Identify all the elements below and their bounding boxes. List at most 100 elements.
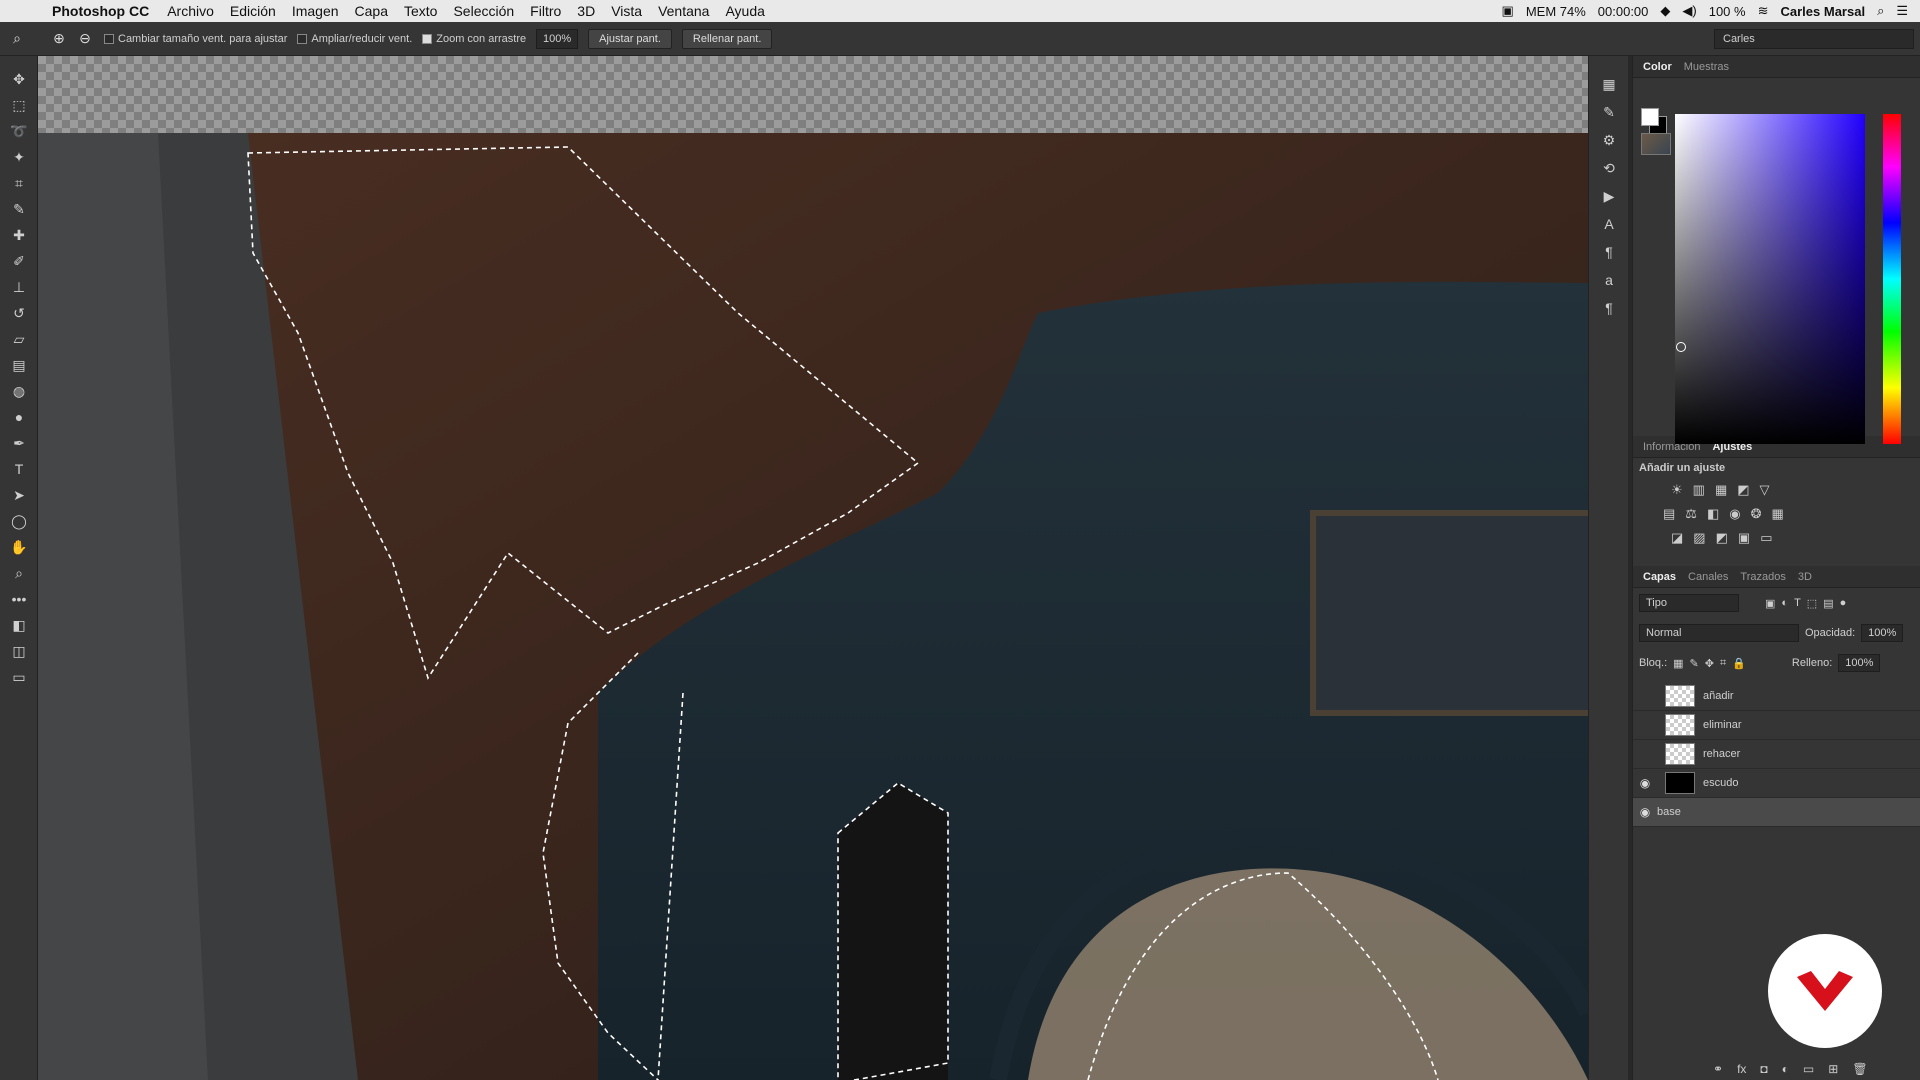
zoom-tool-icon[interactable]: ⌕ bbox=[0, 560, 38, 586]
hue-saturation-icon[interactable]: ▤ bbox=[1663, 506, 1675, 522]
delete-layer-icon[interactable]: 🗑 bbox=[1852, 1062, 1867, 1076]
threshold-icon[interactable]: ◩ bbox=[1716, 530, 1728, 546]
zoom-tool-icon[interactable]: ⌕ bbox=[8, 30, 26, 48]
lock-artboard-icon[interactable]: ⌗ bbox=[1720, 657, 1726, 670]
blend-mode-select[interactable]: Normal bbox=[1639, 624, 1799, 642]
layer-row[interactable]: ◉ escudo bbox=[1633, 769, 1920, 798]
color-balance-icon[interactable]: ⚖ bbox=[1685, 506, 1697, 522]
blur-tool-icon[interactable]: ◍ bbox=[0, 378, 38, 404]
layer-name[interactable]: base bbox=[1657, 806, 1681, 818]
zoom-all-checkbox[interactable]: Ampliar/reducir vent. bbox=[297, 33, 412, 45]
notifications-icon[interactable]: ☰ bbox=[1896, 3, 1908, 19]
filter-adjustment-icon[interactable]: ◐ bbox=[1781, 597, 1788, 609]
eye-icon[interactable]: ◉ bbox=[1633, 805, 1657, 819]
color-field[interactable] bbox=[1675, 114, 1865, 444]
invert-icon[interactable]: ◪ bbox=[1671, 530, 1683, 546]
layer-name[interactable]: rehacer bbox=[1703, 748, 1740, 760]
clone-stamp-tool-icon[interactable]: ⊥ bbox=[0, 274, 38, 300]
ellipse-tool-icon[interactable]: ◯ bbox=[0, 508, 38, 534]
new-group-icon[interactable]: ▭ bbox=[1803, 1062, 1814, 1076]
path-selection-tool-icon[interactable]: ➤ bbox=[0, 482, 38, 508]
opacity-field[interactable]: 100% bbox=[1861, 624, 1904, 642]
menu-vista[interactable]: Vista bbox=[611, 3, 642, 19]
character-styles-icon[interactable]: a bbox=[1589, 266, 1629, 294]
paragraph-icon[interactable]: ¶ bbox=[1589, 238, 1629, 266]
filter-shape-icon[interactable]: ⬚ bbox=[1807, 597, 1817, 610]
eyedropper-tool-icon[interactable]: ✎ bbox=[0, 196, 38, 222]
menu-texto[interactable]: Texto bbox=[404, 3, 437, 19]
battery-indicator[interactable]: 100 % bbox=[1709, 4, 1746, 19]
timer[interactable]: 00:00:00 bbox=[1598, 4, 1649, 19]
hue-slider[interactable] bbox=[1883, 114, 1901, 444]
tab-3d[interactable]: 3D bbox=[1792, 571, 1818, 583]
foreground-color-swatch[interactable] bbox=[1641, 108, 1659, 126]
history-icon[interactable]: ⟲ bbox=[1589, 154, 1629, 182]
selective-color-icon[interactable]: ▣ bbox=[1738, 530, 1750, 546]
vibrance-icon[interactable]: ▽ bbox=[1760, 482, 1770, 498]
screen-mode-icon[interactable]: ▭ bbox=[0, 664, 38, 690]
quick-mask-icon[interactable]: ◫ bbox=[0, 638, 38, 664]
character-icon[interactable]: A bbox=[1589, 210, 1629, 238]
zoom-value-field[interactable]: 100% bbox=[536, 28, 579, 49]
menu-seleccion[interactable]: Selección bbox=[453, 3, 514, 19]
menu-archivo[interactable]: Archivo bbox=[167, 3, 214, 19]
new-layer-icon[interactable]: ⊞ bbox=[1828, 1062, 1838, 1076]
menu-imagen[interactable]: Imagen bbox=[292, 3, 339, 19]
more-tools-icon[interactable]: ••• bbox=[0, 586, 38, 612]
eye-icon[interactable]: ◉ bbox=[1633, 776, 1657, 790]
tab-color[interactable]: Color bbox=[1637, 61, 1678, 73]
document-canvas[interactable] bbox=[38, 56, 1588, 1080]
brightness-icon[interactable]: ☀ bbox=[1671, 482, 1683, 498]
color-lookup-icon[interactable]: ▦ bbox=[1772, 506, 1784, 522]
channel-mixer-icon[interactable]: ❂ bbox=[1751, 506, 1762, 522]
menu-ventana[interactable]: Ventana bbox=[658, 3, 709, 19]
new-adjustment-icon[interactable]: ◐ bbox=[1782, 1062, 1789, 1076]
user-name[interactable]: Carles Marsal bbox=[1781, 4, 1866, 19]
filter-toggle-icon[interactable]: ● bbox=[1840, 597, 1847, 609]
menu-capa[interactable]: Capa bbox=[355, 3, 388, 19]
tab-swatches[interactable]: Muestras bbox=[1678, 61, 1735, 73]
brush-tool-icon[interactable]: ✐ bbox=[0, 248, 38, 274]
paragraph-styles-icon[interactable]: ¶ bbox=[1589, 294, 1629, 322]
exposure-icon[interactable]: ◩ bbox=[1737, 482, 1749, 498]
add-mask-icon[interactable]: ◘ bbox=[1760, 1062, 1767, 1076]
photo-filter-icon[interactable]: ◉ bbox=[1729, 506, 1740, 522]
scrubby-zoom-checkbox[interactable]: Zoom con arrastre bbox=[422, 33, 526, 45]
dropbox-icon[interactable]: ◆ bbox=[1660, 3, 1670, 19]
filter-smart-icon[interactable]: ▤ bbox=[1823, 597, 1833, 610]
mem-indicator[interactable]: MEM 74% bbox=[1526, 4, 1586, 19]
menu-edicion[interactable]: Edición bbox=[230, 3, 276, 19]
layer-row[interactable]: rehacer bbox=[1633, 740, 1920, 769]
fill-screen-button[interactable]: Rellenar pant. bbox=[681, 28, 773, 49]
menu-ayuda[interactable]: Ayuda bbox=[725, 3, 764, 19]
filter-pixel-icon[interactable]: ▣ bbox=[1765, 597, 1775, 610]
volume-icon[interactable]: ◀) bbox=[1682, 3, 1696, 19]
crop-tool-icon[interactable]: ⌗ bbox=[0, 170, 38, 196]
layer-row[interactable]: eliminar bbox=[1633, 711, 1920, 740]
link-layers-icon[interactable]: ⚭ bbox=[1713, 1062, 1723, 1076]
tab-paths[interactable]: Trazados bbox=[1734, 571, 1791, 583]
curves-icon[interactable]: ▦ bbox=[1715, 482, 1727, 498]
search-icon[interactable]: ⌕ bbox=[1877, 3, 1884, 19]
layer-name[interactable]: eliminar bbox=[1703, 719, 1742, 731]
menu-filtro[interactable]: Filtro bbox=[530, 3, 561, 19]
magic-wand-tool-icon[interactable]: ✦ bbox=[0, 144, 38, 170]
layer-name[interactable]: añadir bbox=[1703, 690, 1734, 702]
app-menu[interactable]: Photoshop CC bbox=[52, 3, 149, 19]
marquee-tool-icon[interactable]: ⬚ bbox=[0, 92, 38, 118]
resize-windows-checkbox[interactable]: Cambiar tamaño vent. para ajustar bbox=[104, 33, 287, 45]
type-tool-icon[interactable]: T bbox=[0, 456, 38, 482]
filter-type-icon[interactable]: T bbox=[1794, 597, 1801, 609]
healing-brush-tool-icon[interactable]: ✚ bbox=[0, 222, 38, 248]
lock-image-icon[interactable]: ✎ bbox=[1690, 657, 1699, 670]
actions-icon[interactable]: ▶ bbox=[1589, 182, 1629, 210]
gradient-map-icon[interactable]: ▭ bbox=[1760, 530, 1772, 546]
color-picker-ring[interactable] bbox=[1676, 342, 1686, 352]
pen-tool-icon[interactable]: ✒ bbox=[0, 430, 38, 456]
lock-all-icon[interactable]: 🔒 bbox=[1732, 657, 1746, 670]
fg-bg-colors-icon[interactable]: ◧ bbox=[0, 612, 38, 638]
fx-icon[interactable]: fx bbox=[1737, 1062, 1746, 1076]
menu-3d[interactable]: 3D bbox=[577, 3, 595, 19]
lasso-tool-icon[interactable]: ➰ bbox=[0, 118, 38, 144]
fit-screen-button[interactable]: Ajustar pant. bbox=[588, 28, 672, 49]
